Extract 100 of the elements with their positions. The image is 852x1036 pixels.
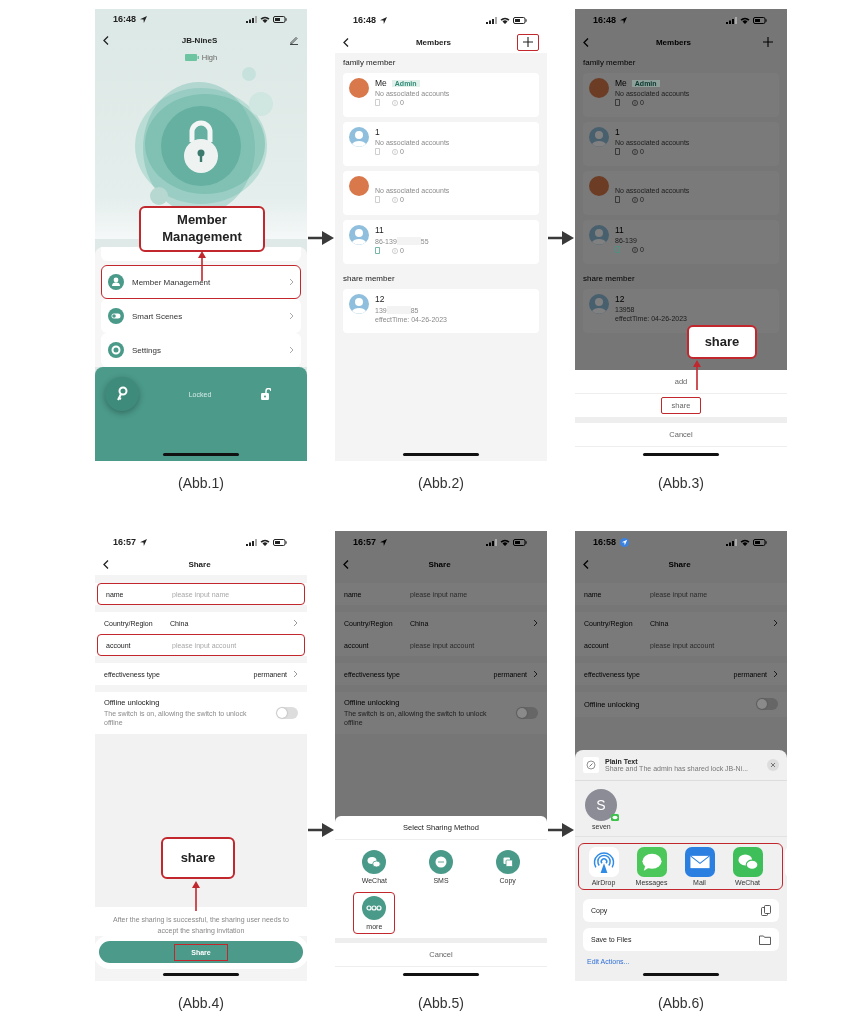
callout-label: share	[687, 325, 757, 359]
copy-icon	[495, 850, 520, 874]
add-button[interactable]	[517, 33, 539, 51]
menu-item[interactable]: Member Management	[101, 265, 301, 300]
chevron-icon	[533, 670, 538, 678]
chevron-icon	[289, 278, 294, 287]
folder-icon	[759, 934, 771, 945]
menu-item[interactable]: Smart Scenes	[101, 299, 301, 334]
fingerprint-icon	[392, 99, 398, 106]
figure-caption: (Abb.2)	[418, 475, 464, 491]
figure-caption: (Abb.1)	[178, 475, 224, 491]
signal-icon	[246, 538, 257, 546]
back-icon[interactable]	[103, 35, 110, 45]
wifi-icon	[260, 538, 270, 546]
member-name: 1	[375, 127, 380, 137]
screen-title: Share	[187, 559, 212, 569]
fingerprint-icon	[392, 196, 398, 203]
message-badge-icon	[611, 814, 619, 821]
status-time: 16:57	[353, 537, 377, 547]
member-name: 1	[615, 127, 620, 137]
chevron-icon	[293, 670, 298, 678]
figure-caption: (Abb.6)	[658, 995, 704, 1011]
menu-item[interactable]: Settings	[101, 333, 301, 368]
toggle-switch[interactable]	[756, 698, 778, 710]
screen-title: JB-NineS	[180, 35, 219, 45]
status-time: 16:48	[353, 15, 377, 25]
section-heading: family member	[343, 57, 397, 68]
key-button[interactable]	[105, 377, 139, 412]
signal-icon	[726, 16, 737, 24]
signal-icon	[486, 16, 497, 24]
member-name: 11	[615, 225, 624, 235]
signal-icon	[246, 15, 257, 23]
status-time: 16:57	[113, 537, 137, 547]
toggle-switch[interactable]	[516, 706, 538, 719]
member-name: 12	[375, 294, 385, 304]
figure-caption: (Abb.5)	[418, 995, 464, 1011]
screen-title: Members	[654, 37, 693, 47]
pointer-arrow	[198, 251, 206, 281]
chevron-icon	[773, 619, 778, 627]
callout-label: share	[161, 837, 235, 879]
chevron-icon	[293, 619, 298, 627]
section-heading: family member	[583, 57, 637, 68]
flow-arrow	[548, 231, 574, 245]
fingerprint-icon	[392, 148, 398, 155]
member-name: Me	[375, 78, 387, 88]
wifi-icon	[500, 16, 510, 24]
screen-title: Share	[427, 559, 452, 569]
battery-icon	[513, 538, 527, 546]
toggle-icon	[108, 308, 124, 325]
chevron-icon	[289, 312, 294, 321]
chevron-icon	[289, 346, 294, 355]
plus-icon	[763, 37, 773, 47]
screen-title: Share	[667, 559, 692, 569]
status-time: 16:48	[593, 15, 617, 25]
screen-title: Members	[414, 37, 453, 47]
flow-arrow	[548, 823, 574, 837]
back-icon[interactable]	[583, 559, 590, 569]
battery-icon	[513, 16, 527, 24]
copy-icon	[761, 905, 771, 916]
back-icon[interactable]	[103, 559, 110, 569]
wifi-icon	[500, 538, 510, 546]
back-icon[interactable]	[583, 37, 590, 47]
battery-icon	[273, 15, 287, 23]
close-icon[interactable]	[767, 759, 779, 771]
figure-caption: (Abb.3)	[658, 475, 704, 491]
battery-icon	[753, 538, 767, 546]
fingerprint-icon	[632, 196, 638, 203]
chevron-icon	[533, 619, 538, 627]
more-icon	[362, 896, 387, 920]
wifi-icon	[740, 16, 750, 24]
toggle-switch[interactable]	[276, 706, 298, 719]
wifi-icon	[740, 538, 750, 546]
member-name: Me	[615, 78, 627, 88]
flow-arrow	[308, 823, 334, 837]
person-icon	[108, 274, 124, 291]
key-icon	[115, 386, 129, 403]
envelope-icon	[684, 847, 715, 877]
fingerprint-icon	[632, 99, 638, 106]
chat-bubbles-icon	[732, 847, 763, 877]
chevron-icon	[773, 670, 778, 678]
back-icon[interactable]	[343, 559, 350, 569]
member-name: 11	[375, 225, 384, 235]
padlock-icon	[184, 120, 218, 174]
back-icon[interactable]	[343, 37, 350, 47]
signal-icon	[726, 538, 737, 546]
figure-caption: (Abb.4)	[178, 995, 224, 1011]
battery-icon	[273, 538, 287, 546]
message-icon	[429, 850, 453, 874]
signal-icon	[486, 538, 497, 546]
edit-icon[interactable]	[289, 35, 299, 45]
wifi-icon	[260, 15, 270, 23]
speech-bubble-icon	[636, 847, 667, 877]
fingerprint-icon	[392, 247, 398, 254]
plus-icon	[523, 37, 533, 47]
flow-arrow	[308, 231, 334, 245]
compass-icon	[583, 757, 599, 773]
unlocked-padlock-icon[interactable]	[261, 388, 271, 401]
status-time: 16:58	[593, 537, 617, 547]
section-heading: share member	[583, 273, 636, 284]
member-name: 12	[615, 294, 625, 304]
